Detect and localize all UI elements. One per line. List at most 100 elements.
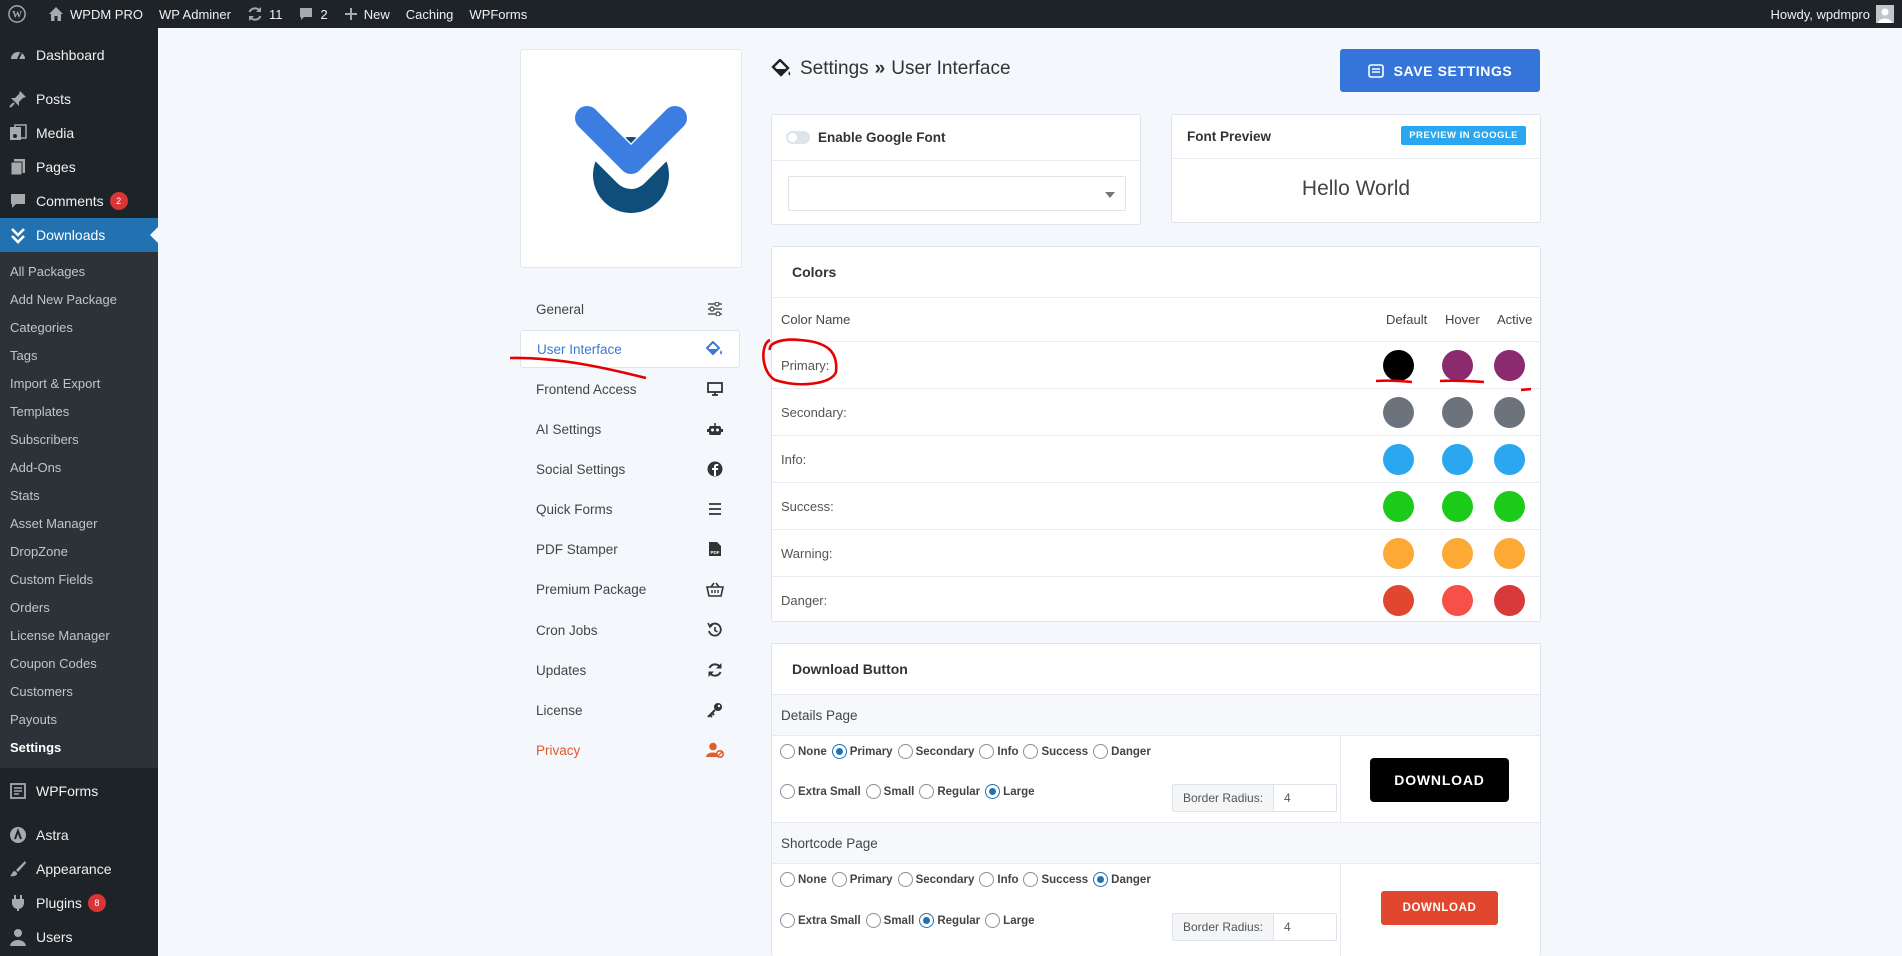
details-style-option-secondary[interactable]: Secondary (897, 744, 980, 759)
settings-nav-privacy[interactable]: Privacy (520, 731, 740, 769)
submenu-item[interactable]: Add New Package (0, 286, 158, 314)
shortcode-style-radio[interactable] (1023, 872, 1039, 887)
details-size-radio[interactable] (780, 784, 795, 799)
shortcode-style-option-info[interactable]: Info (979, 872, 1023, 887)
submenu-item[interactable]: Categories (0, 314, 158, 342)
shortcode-size-option-extra-small[interactable]: Extra Small (780, 913, 866, 928)
color-swatch-danger-default[interactable] (1383, 585, 1414, 616)
color-swatch-success-active[interactable] (1494, 491, 1525, 522)
color-swatch-info-hover[interactable] (1442, 444, 1473, 475)
settings-nav-general[interactable]: General (520, 290, 740, 328)
crumb-root[interactable]: Settings (800, 58, 869, 80)
shortcode-style-option-secondary[interactable]: Secondary (897, 872, 980, 887)
color-swatch-danger-hover[interactable] (1442, 585, 1473, 616)
submenu-item[interactable]: Custom Fields (0, 566, 158, 594)
color-swatch-primary-active[interactable] (1494, 350, 1525, 381)
color-swatch-warning-hover[interactable] (1442, 538, 1473, 569)
shortcode-style-radio[interactable] (979, 872, 995, 887)
settings-nav-updates[interactable]: Updates (520, 651, 740, 689)
settings-nav-pdf-stamper[interactable]: PDF Stamper PDF (520, 530, 740, 568)
submenu-item[interactable]: Orders (0, 594, 158, 622)
shortcode-size-option-small[interactable]: Small (865, 913, 920, 928)
details-border-radius-input[interactable]: 4 (1274, 785, 1336, 811)
submenu-item[interactable]: All Packages (0, 258, 158, 286)
menu-users[interactable]: Users (0, 920, 158, 954)
color-swatch-primary-default[interactable] (1383, 350, 1414, 381)
details-size-option-small[interactable]: Small (865, 784, 920, 799)
details-style-radio[interactable] (897, 744, 913, 759)
color-swatch-primary-hover[interactable] (1442, 350, 1473, 381)
details-download-preview-button[interactable]: DOWNLOAD (1370, 758, 1509, 802)
submenu-item[interactable]: Add-Ons (0, 454, 158, 482)
color-swatch-secondary-hover[interactable] (1442, 397, 1473, 428)
settings-nav-social-settings[interactable]: Social Settings (520, 450, 740, 488)
menu-pages[interactable]: Pages (0, 150, 158, 184)
details-style-option-danger[interactable]: Danger (1093, 744, 1156, 759)
details-style-option-none[interactable]: None (780, 744, 832, 759)
shortcode-style-option-primary[interactable]: Primary (831, 872, 898, 887)
settings-nav-license[interactable]: License (520, 691, 740, 729)
details-size-option-large[interactable]: Large (985, 784, 1039, 799)
menu-astra[interactable]: Astra (0, 818, 158, 852)
menu-comments[interactable]: Comments 2 (0, 184, 158, 218)
comments-link[interactable]: 2 (290, 0, 335, 28)
submenu-item[interactable]: Asset Manager (0, 510, 158, 538)
details-style-radio[interactable] (831, 744, 847, 759)
settings-nav-cron-jobs[interactable]: Cron Jobs (520, 611, 740, 649)
settings-nav-frontend-access[interactable]: Frontend Access (520, 370, 740, 408)
enable-google-font-toggle[interactable] (786, 131, 810, 144)
submenu-item[interactable]: Payouts (0, 706, 158, 734)
new-content-link[interactable]: New (336, 0, 398, 28)
shortcode-style-option-success[interactable]: Success (1023, 872, 1093, 887)
shortcode-size-radio[interactable] (780, 913, 795, 928)
settings-nav-ai-settings[interactable]: AI Settings (520, 410, 740, 448)
settings-nav-quick-forms[interactable]: Quick Forms (520, 490, 740, 528)
menu-posts[interactable]: Posts (0, 82, 158, 116)
shortcode-size-option-large[interactable]: Large (985, 913, 1039, 928)
shortcode-style-option-danger[interactable]: Danger (1093, 872, 1156, 887)
caching-link[interactable]: Caching (398, 0, 462, 28)
menu-wpforms[interactable]: WPForms (0, 774, 158, 808)
color-swatch-warning-active[interactable] (1494, 538, 1525, 569)
details-style-radio[interactable] (1023, 744, 1039, 759)
submenu-item[interactable]: Templates (0, 398, 158, 426)
shortcode-size-radio[interactable] (919, 913, 935, 928)
submenu-item[interactable]: Subscribers (0, 426, 158, 454)
shortcode-download-preview-button[interactable]: DOWNLOAD (1381, 891, 1498, 925)
shortcode-size-option-regular[interactable]: Regular (919, 913, 985, 928)
wordpress-logo-button[interactable]: W (0, 0, 40, 28)
submenu-item[interactable]: Settings (0, 734, 158, 762)
shortcode-border-radius-input[interactable]: 4 (1274, 914, 1336, 940)
menu-media[interactable]: Media (0, 116, 158, 150)
submenu-item[interactable]: Customers (0, 678, 158, 706)
details-style-radio[interactable] (780, 744, 795, 759)
user-account-menu[interactable]: Howdy, wpdmpro (1763, 0, 1902, 28)
google-font-select[interactable] (788, 176, 1126, 211)
submenu-item[interactable]: Tags (0, 342, 158, 370)
preview-in-google-button[interactable]: PREVIEW IN GOOGLE (1401, 126, 1526, 145)
shortcode-style-radio[interactable] (780, 872, 795, 887)
details-size-option-regular[interactable]: Regular (919, 784, 985, 799)
menu-plugins[interactable]: Plugins 8 (0, 886, 158, 920)
color-swatch-info-default[interactable] (1383, 444, 1414, 475)
details-size-option-extra-small[interactable]: Extra Small (780, 784, 866, 799)
wp-adminer-link[interactable]: WP Adminer (151, 0, 239, 28)
submenu-item[interactable]: DropZone (0, 538, 158, 566)
submenu-item[interactable]: Coupon Codes (0, 650, 158, 678)
details-size-radio[interactable] (865, 784, 881, 799)
submenu-item[interactable]: Import & Export (0, 370, 158, 398)
settings-nav-premium-package[interactable]: Premium Package (520, 570, 740, 608)
details-style-option-info[interactable]: Info (979, 744, 1023, 759)
menu-appearance[interactable]: Appearance (0, 852, 158, 886)
settings-nav-user-interface[interactable]: User Interface (520, 330, 740, 368)
save-settings-button[interactable]: SAVE SETTINGS (1340, 49, 1540, 92)
details-style-option-primary[interactable]: Primary (831, 744, 898, 759)
shortcode-style-radio[interactable] (897, 872, 913, 887)
details-size-radio[interactable] (919, 784, 935, 799)
color-swatch-danger-active[interactable] (1494, 585, 1525, 616)
color-swatch-info-active[interactable] (1494, 444, 1525, 475)
submenu-item[interactable]: Stats (0, 482, 158, 510)
color-swatch-warning-default[interactable] (1383, 538, 1414, 569)
color-swatch-success-hover[interactable] (1442, 491, 1473, 522)
shortcode-size-radio[interactable] (865, 913, 881, 928)
